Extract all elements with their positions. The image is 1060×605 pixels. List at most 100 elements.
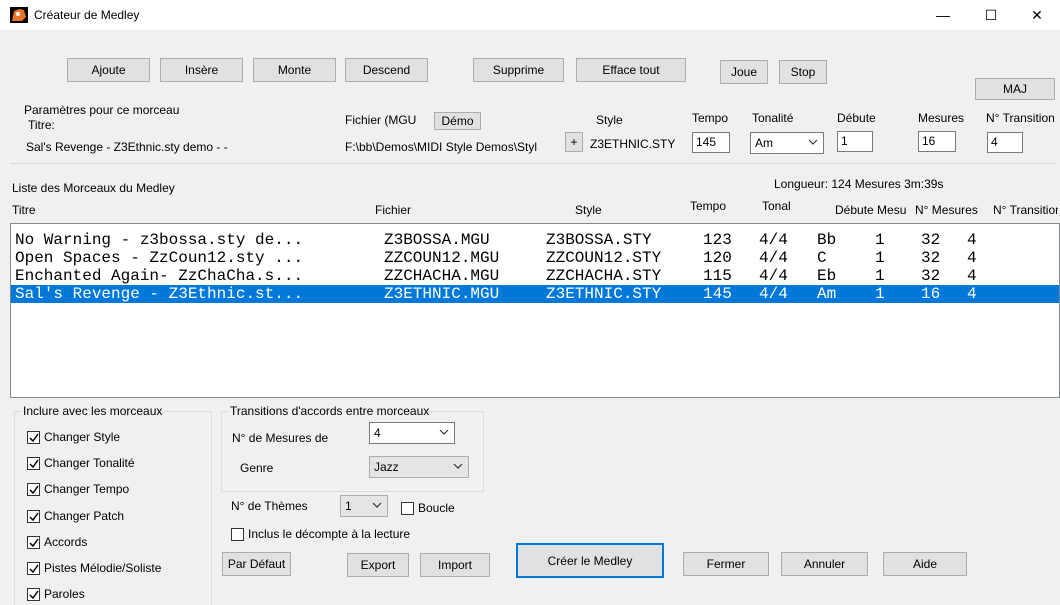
- measures-label: Mesures: [918, 111, 965, 125]
- title-bar: Créateur de Medley — ☐ ✕: [0, 0, 1060, 30]
- create-medley-button[interactable]: Créer le Medley: [516, 543, 664, 578]
- play-button[interactable]: Joue: [720, 60, 768, 84]
- list-item[interactable]: Open Spaces - ZzCoun12.sty ... ZZCOUN12.…: [11, 249, 1059, 267]
- checkbox-label: Boucle: [418, 501, 455, 515]
- loop-checkbox[interactable]: Boucle: [401, 501, 455, 515]
- song-style: ZZCHACHA.STY: [546, 267, 662, 285]
- move-down-button[interactable]: Descend: [345, 58, 428, 82]
- column-header-start[interactable]: Débute Mesu: [835, 203, 910, 217]
- column-header-style[interactable]: Style: [575, 203, 602, 217]
- column-header-measures[interactable]: N° Mesures: [915, 203, 978, 217]
- count-in-checkbox[interactable]: Inclus le décompte à la lecture: [231, 527, 410, 541]
- key-label: Tonalité: [752, 111, 794, 125]
- song-tempo: 123: [703, 231, 732, 249]
- maximize-button[interactable]: ☐: [968, 0, 1014, 30]
- move-up-button[interactable]: Monte: [253, 58, 336, 82]
- song-key: Eb: [817, 267, 837, 285]
- minimize-button[interactable]: —: [920, 0, 966, 30]
- tempo-input[interactable]: 145: [692, 132, 730, 153]
- song-key: Bb: [817, 231, 837, 249]
- song-title: Enchanted Again- ZzChaCha.s...: [15, 267, 304, 285]
- melody-soloist-checkbox[interactable]: Pistes Mélodie/Soliste: [27, 561, 161, 575]
- song-transition: 4: [967, 231, 977, 249]
- checkbox-box: [27, 430, 40, 444]
- song-file: Z3ETHNIC.MGU: [384, 285, 500, 303]
- themes-select[interactable]: 1: [340, 495, 388, 517]
- song-file: ZZCHACHA.MGU: [384, 267, 500, 285]
- cancel-button[interactable]: Annuler: [781, 552, 868, 576]
- chords-checkbox[interactable]: Accords: [27, 535, 87, 549]
- clear-all-button[interactable]: Efface tout: [576, 58, 686, 82]
- genre-label: Genre: [240, 461, 274, 475]
- song-meter: 4/4: [759, 285, 788, 303]
- song-start: 1: [875, 267, 885, 285]
- add-button[interactable]: Ajoute: [67, 58, 150, 82]
- style-value: Z3ETHNIC.STY: [590, 137, 676, 151]
- change-tempo-checkbox[interactable]: Changer Tempo: [27, 482, 129, 496]
- close-dialog-button[interactable]: Fermer: [683, 552, 769, 576]
- change-style-checkbox[interactable]: Changer Style: [27, 430, 120, 444]
- song-transition: 4: [967, 249, 977, 267]
- close-button[interactable]: ✕: [1014, 0, 1060, 30]
- checkbox-box: [27, 587, 40, 601]
- export-button[interactable]: Export: [347, 553, 409, 577]
- column-header-tonal[interactable]: Tonal: [762, 199, 791, 213]
- start-input[interactable]: 1: [837, 131, 873, 152]
- list-label: Liste des Morceaux du Medley: [12, 181, 175, 195]
- stop-button[interactable]: Stop: [779, 60, 827, 84]
- lyrics-checkbox[interactable]: Paroles: [27, 587, 85, 601]
- key-select[interactable]: Am: [750, 132, 824, 154]
- song-style: Z3BOSSA.STY: [546, 231, 652, 249]
- list-item-selected[interactable]: Sal's Revenge - Z3Ethnic.st... Z3ETHNIC.…: [11, 285, 1059, 303]
- medley-song-list[interactable]: No Warning - z3bossa.sty de... Z3BOSSA.M…: [10, 223, 1060, 398]
- themes-label: N° de Thèmes: [231, 499, 308, 513]
- checkbox-label: Inclus le décompte à la lecture: [248, 527, 411, 541]
- column-header-tempo[interactable]: Tempo: [690, 199, 726, 213]
- song-key: Am: [817, 285, 837, 303]
- title-value: Sal's Revenge - Z3Ethnic.sty demo - -: [26, 140, 228, 154]
- style-plus-button[interactable]: +: [565, 132, 583, 152]
- change-key-checkbox[interactable]: Changer Tonalité: [27, 456, 135, 470]
- import-button[interactable]: Import: [420, 553, 490, 577]
- list-item[interactable]: No Warning - z3bossa.sty de... Z3BOSSA.M…: [11, 231, 1059, 249]
- checkbox-label: Paroles: [44, 587, 85, 601]
- song-start: 1: [875, 249, 885, 267]
- file-label: Fichier (MGU: [345, 113, 417, 127]
- measures-input[interactable]: 16: [918, 131, 956, 152]
- list-item[interactable]: Enchanted Again- ZzChaCha.s... ZZCHACHA.…: [11, 267, 1059, 285]
- genre-select[interactable]: Jazz: [369, 456, 469, 478]
- check-icon: [29, 590, 39, 599]
- column-header-file[interactable]: Fichier: [375, 203, 411, 217]
- params-group-label: Paramètres pour ce morceau: [24, 103, 180, 117]
- song-measures: 32: [921, 267, 941, 285]
- demo-button[interactable]: Démo: [434, 112, 481, 130]
- checkbox-box: [27, 482, 40, 496]
- update-button[interactable]: MAJ: [975, 78, 1055, 100]
- transition-input[interactable]: 4: [987, 132, 1023, 153]
- song-measures: 32: [921, 231, 941, 249]
- song-title: Open Spaces - ZzCoun12.sty ...: [15, 249, 304, 267]
- checkbox-box: [27, 456, 40, 470]
- change-patch-checkbox[interactable]: Changer Patch: [27, 509, 124, 523]
- song-measures: 32: [921, 249, 941, 267]
- transition-measures-select[interactable]: 4: [369, 422, 455, 444]
- check-icon: [29, 459, 39, 468]
- song-tempo: 145: [703, 285, 732, 303]
- insert-button[interactable]: Insère: [160, 58, 243, 82]
- window-title: Créateur de Medley: [34, 8, 140, 22]
- genre-value: Jazz: [374, 460, 399, 474]
- check-icon: [29, 564, 39, 573]
- transition-measures-label: N° de Mesures de: [232, 431, 329, 445]
- checkbox-label: Pistes Mélodie/Soliste: [44, 561, 162, 575]
- help-button[interactable]: Aide: [883, 552, 967, 576]
- include-group-label: Inclure avec les morceaux: [21, 404, 165, 418]
- column-header-title[interactable]: Titre: [12, 203, 36, 217]
- column-header-transition[interactable]: N° Transition: [993, 203, 1058, 217]
- delete-button[interactable]: Supprime: [473, 58, 564, 82]
- check-icon: [29, 433, 39, 442]
- song-tempo: 115: [703, 267, 732, 285]
- transition-label: N° Transition: [986, 111, 1055, 125]
- song-title: No Warning - z3bossa.sty de...: [15, 231, 304, 249]
- song-start: 1: [875, 285, 885, 303]
- default-button[interactable]: Par Défaut: [222, 552, 291, 576]
